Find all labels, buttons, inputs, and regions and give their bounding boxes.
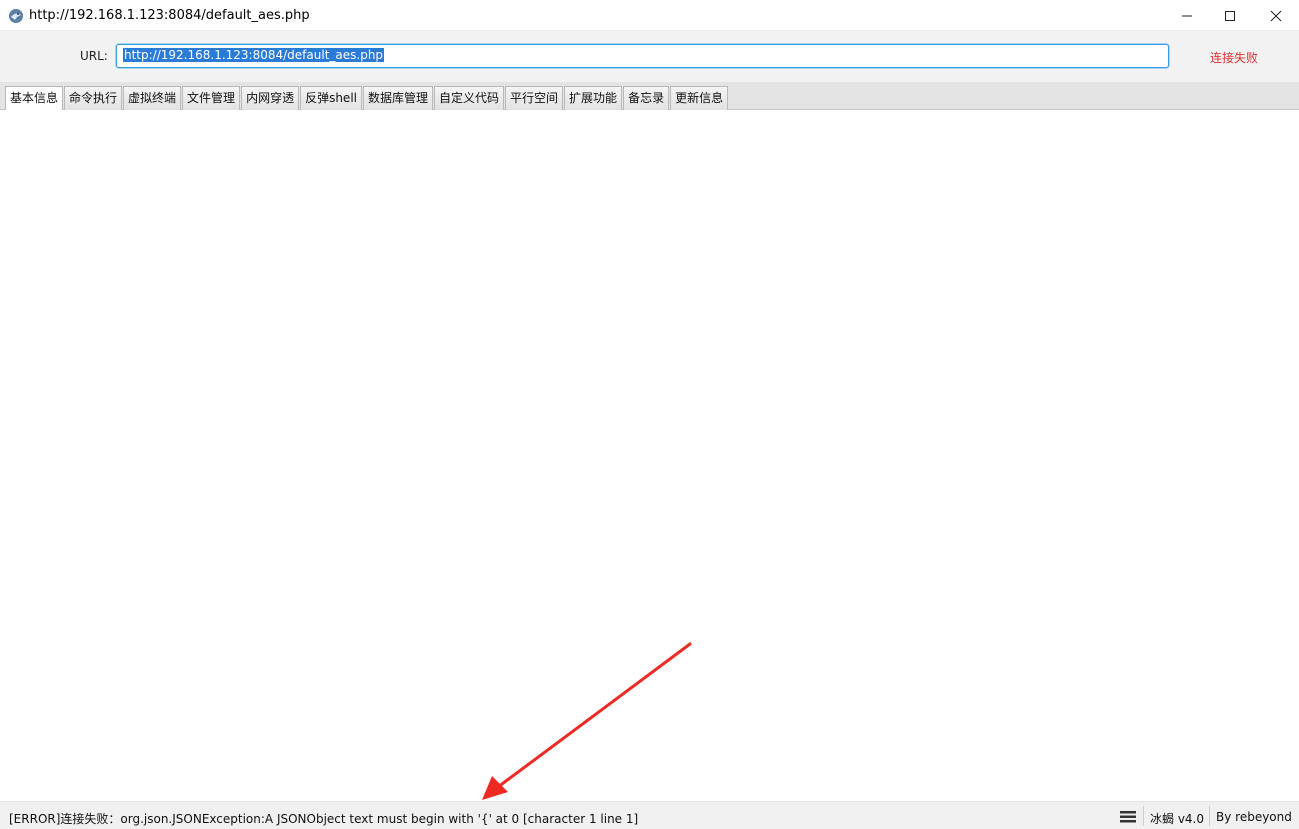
tab-virtual-terminal[interactable]: 虚拟终端 — [123, 86, 182, 110]
tab-update-info[interactable]: 更新信息 — [670, 86, 729, 110]
tab-file-manager[interactable]: 文件管理 — [182, 86, 241, 110]
url-label: URL: — [80, 49, 108, 63]
status-divider — [1209, 806, 1210, 826]
url-input[interactable]: http://192.168.1.123:8084/default_aes.ph… — [116, 44, 1169, 68]
app-icon — [9, 9, 23, 23]
app-window: http://192.168.1.123:8084/default_aes.ph… — [0, 0, 1299, 829]
tab-custom-code[interactable]: 自定义代码 — [434, 86, 505, 110]
tab-intranet-tunnel[interactable]: 内网穿透 — [241, 86, 300, 110]
tab-extensions[interactable]: 扩展功能 — [564, 86, 623, 110]
tab-command-exec[interactable]: 命令执行 — [64, 86, 123, 110]
status-bar: [ERROR]连接失败：org.json.JSONException:A JSO… — [0, 801, 1299, 829]
url-input-value: http://192.168.1.123:8084/default_aes.ph… — [123, 48, 385, 62]
error-log-message: [ERROR]连接失败：org.json.JSONException:A JSO… — [9, 812, 639, 826]
tab-database-manager[interactable]: 数据库管理 — [363, 86, 434, 110]
tab-memo[interactable]: 备忘录 — [623, 86, 670, 110]
menu-icon[interactable] — [1119, 810, 1137, 824]
tab-bar: 基本信息 命令执行 虚拟终端 文件管理 内网穿透 反弹shell 数据库管理 自… — [0, 82, 1299, 111]
status-divider — [1143, 806, 1144, 826]
minimize-button[interactable] — [1164, 0, 1210, 31]
close-icon — [1270, 10, 1282, 21]
connection-status: 连接失败 — [1210, 51, 1259, 65]
author-label: By rebeyond — [1216, 810, 1292, 824]
tab-reverse-shell[interactable]: 反弹shell — [300, 86, 362, 110]
tab-content-area — [0, 110, 1299, 801]
maximize-button[interactable] — [1207, 0, 1253, 31]
version-label: 冰蝎 v4.0 — [1150, 812, 1205, 826]
tab-parallel-space[interactable]: 平行空间 — [505, 86, 564, 110]
tab-basic-info[interactable]: 基本信息 — [5, 86, 64, 111]
window-title: http://192.168.1.123:8084/default_aes.ph… — [29, 8, 310, 23]
maximize-icon — [1225, 10, 1235, 21]
url-bar: URL: http://192.168.1.123:8084/default_a… — [0, 31, 1299, 82]
minimize-icon — [1182, 15, 1192, 16]
arrow-annotation — [482, 642, 692, 800]
title-bar: http://192.168.1.123:8084/default_aes.ph… — [0, 0, 1299, 31]
close-button[interactable] — [1253, 0, 1299, 31]
tab-list: 基本信息 命令执行 虚拟终端 文件管理 内网穿透 反弹shell 数据库管理 自… — [5, 86, 729, 111]
